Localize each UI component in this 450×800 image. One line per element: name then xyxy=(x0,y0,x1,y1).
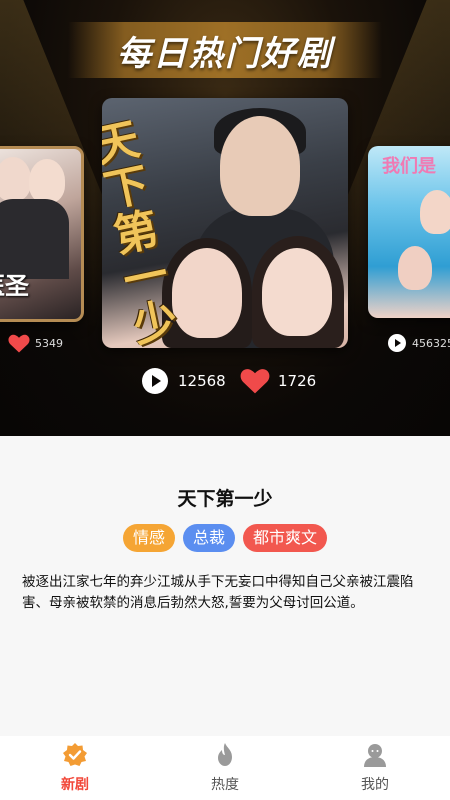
tag-list: 情感 总裁 都市爽文 xyxy=(0,524,450,552)
tag-ceo[interactable]: 总裁 xyxy=(182,524,235,552)
bottom-tab-bar: 新剧 热度 我的 xyxy=(0,736,450,800)
main-card-likes: 1726 xyxy=(240,368,316,394)
banner: 每日热门好剧 xyxy=(68,22,382,78)
tag-emotion[interactable]: 情感 xyxy=(122,524,175,552)
poster-figure xyxy=(220,116,300,216)
heart-icon xyxy=(240,368,270,394)
poster-figure xyxy=(29,159,65,203)
drama-detail-panel: 天下第一少 情感 总裁 都市爽文 被逐出江家七年的弃少江城从手下无妄口中得知自己… xyxy=(0,436,450,736)
tab-mine[interactable]: 我的 xyxy=(300,736,450,800)
flame-icon xyxy=(218,743,232,766)
tab-hot[interactable]: 热度 xyxy=(150,736,300,800)
tab-label: 新剧 xyxy=(61,777,89,793)
heart-icon xyxy=(8,334,30,353)
badge-check-icon xyxy=(63,743,87,766)
right-card-plays: 456325 xyxy=(388,334,450,352)
likes-count: 5349 xyxy=(35,337,63,350)
poster-figure xyxy=(398,246,432,290)
main-card-plays: 12568 xyxy=(142,368,226,394)
tab-new-drama[interactable]: 新剧 xyxy=(0,736,150,800)
user-icon xyxy=(364,744,386,767)
hero-carousel: 每日热门好剧 医圣 5349 天下第一少 12568 1726 我们是 xyxy=(0,0,450,436)
play-icon xyxy=(388,334,406,352)
drama-card-right[interactable]: 我们是 xyxy=(368,146,450,318)
poster-title: 医圣 xyxy=(0,271,29,300)
drama-title: 天下第一少 xyxy=(177,488,273,510)
poster-title: 天下第一少 xyxy=(102,113,183,348)
likes-count: 1726 xyxy=(278,372,317,390)
drama-card-left[interactable]: 医圣 xyxy=(0,146,84,322)
plays-count: 12568 xyxy=(178,372,226,390)
poster-title: 我们是 xyxy=(382,156,436,177)
left-card-likes: 5349 xyxy=(8,334,63,353)
poster-figure xyxy=(420,190,450,234)
tag-urban[interactable]: 都市爽文 xyxy=(243,524,328,552)
drama-card-main[interactable]: 天下第一少 xyxy=(102,98,348,348)
poster-figure xyxy=(0,157,31,201)
plays-count: 456325 xyxy=(412,336,450,350)
banner-title: 每日热门好剧 xyxy=(117,33,333,74)
tab-label: 热度 xyxy=(211,777,239,793)
poster-figure xyxy=(262,248,332,336)
play-icon xyxy=(142,368,168,394)
tab-label: 我的 xyxy=(361,777,389,793)
drama-description: 被逐出江家七年的弃少江城从手下无妄口中得知自己父亲被江震陷害、母亲被软禁的消息后… xyxy=(22,574,414,611)
